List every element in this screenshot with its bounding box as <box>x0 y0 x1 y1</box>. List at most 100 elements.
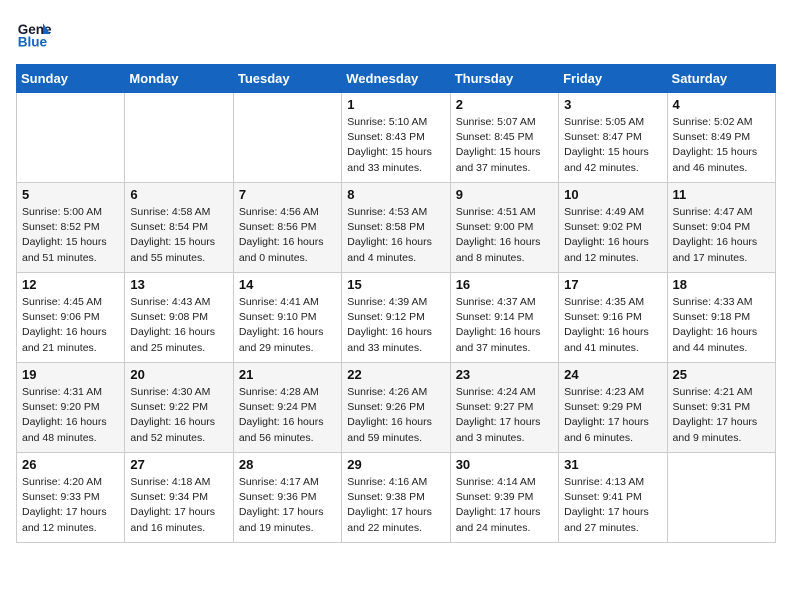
calendar-cell <box>667 453 775 543</box>
logo: General Blue <box>16 16 52 52</box>
calendar-cell: 1 Sunrise: 5:10 AMSunset: 8:43 PMDaylight… <box>342 93 450 183</box>
day-number: 10 <box>564 187 661 202</box>
day-info: Sunrise: 5:05 AMSunset: 8:47 PMDaylight:… <box>564 115 661 176</box>
day-info: Sunrise: 4:21 AMSunset: 9:31 PMDaylight:… <box>673 385 770 446</box>
day-info: Sunrise: 4:43 AMSunset: 9:08 PMDaylight:… <box>130 295 227 356</box>
day-info: Sunrise: 4:17 AMSunset: 9:36 PMDaylight:… <box>239 475 336 536</box>
day-number: 3 <box>564 97 661 112</box>
day-number: 17 <box>564 277 661 292</box>
day-info: Sunrise: 4:33 AMSunset: 9:18 PMDaylight:… <box>673 295 770 356</box>
calendar-cell: 16 Sunrise: 4:37 AMSunset: 9:14 PMDayligh… <box>450 273 558 363</box>
day-info: Sunrise: 4:30 AMSunset: 9:22 PMDaylight:… <box>130 385 227 446</box>
day-number: 2 <box>456 97 553 112</box>
calendar-table: SundayMondayTuesdayWednesdayThursdayFrid… <box>16 64 776 543</box>
calendar-cell: 25 Sunrise: 4:21 AMSunset: 9:31 PMDayligh… <box>667 363 775 453</box>
day-info: Sunrise: 4:58 AMSunset: 8:54 PMDaylight:… <box>130 205 227 266</box>
weekday-header-thursday: Thursday <box>450 65 558 93</box>
day-number: 1 <box>347 97 444 112</box>
day-number: 11 <box>673 187 770 202</box>
page-header: General Blue <box>16 16 776 52</box>
calendar-cell: 27 Sunrise: 4:18 AMSunset: 9:34 PMDayligh… <box>125 453 233 543</box>
day-info: Sunrise: 4:20 AMSunset: 9:33 PMDaylight:… <box>22 475 119 536</box>
day-number: 12 <box>22 277 119 292</box>
calendar-cell: 29 Sunrise: 4:16 AMSunset: 9:38 PMDayligh… <box>342 453 450 543</box>
calendar-cell: 10 Sunrise: 4:49 AMSunset: 9:02 PMDayligh… <box>559 183 667 273</box>
day-number: 4 <box>673 97 770 112</box>
weekday-header-sunday: Sunday <box>17 65 125 93</box>
day-info: Sunrise: 4:49 AMSunset: 9:02 PMDaylight:… <box>564 205 661 266</box>
calendar-cell: 28 Sunrise: 4:17 AMSunset: 9:36 PMDayligh… <box>233 453 341 543</box>
day-info: Sunrise: 4:26 AMSunset: 9:26 PMDaylight:… <box>347 385 444 446</box>
calendar-cell <box>17 93 125 183</box>
calendar-cell: 7 Sunrise: 4:56 AMSunset: 8:56 PMDaylight… <box>233 183 341 273</box>
day-info: Sunrise: 4:41 AMSunset: 9:10 PMDaylight:… <box>239 295 336 356</box>
day-info: Sunrise: 4:39 AMSunset: 9:12 PMDaylight:… <box>347 295 444 356</box>
calendar-cell: 2 Sunrise: 5:07 AMSunset: 8:45 PMDaylight… <box>450 93 558 183</box>
day-info: Sunrise: 5:07 AMSunset: 8:45 PMDaylight:… <box>456 115 553 176</box>
day-info: Sunrise: 4:56 AMSunset: 8:56 PMDaylight:… <box>239 205 336 266</box>
day-info: Sunrise: 4:28 AMSunset: 9:24 PMDaylight:… <box>239 385 336 446</box>
calendar-cell: 23 Sunrise: 4:24 AMSunset: 9:27 PMDayligh… <box>450 363 558 453</box>
day-number: 6 <box>130 187 227 202</box>
day-info: Sunrise: 4:18 AMSunset: 9:34 PMDaylight:… <box>130 475 227 536</box>
calendar-cell: 9 Sunrise: 4:51 AMSunset: 9:00 PMDaylight… <box>450 183 558 273</box>
day-info: Sunrise: 5:10 AMSunset: 8:43 PMDaylight:… <box>347 115 444 176</box>
calendar-cell: 4 Sunrise: 5:02 AMSunset: 8:49 PMDaylight… <box>667 93 775 183</box>
weekday-header-monday: Monday <box>125 65 233 93</box>
day-number: 15 <box>347 277 444 292</box>
day-number: 7 <box>239 187 336 202</box>
calendar-cell: 31 Sunrise: 4:13 AMSunset: 9:41 PMDayligh… <box>559 453 667 543</box>
day-number: 18 <box>673 277 770 292</box>
day-number: 23 <box>456 367 553 382</box>
day-info: Sunrise: 4:31 AMSunset: 9:20 PMDaylight:… <box>22 385 119 446</box>
weekday-header-friday: Friday <box>559 65 667 93</box>
day-number: 9 <box>456 187 553 202</box>
calendar-cell <box>233 93 341 183</box>
day-number: 29 <box>347 457 444 472</box>
calendar-cell: 3 Sunrise: 5:05 AMSunset: 8:47 PMDaylight… <box>559 93 667 183</box>
day-info: Sunrise: 4:53 AMSunset: 8:58 PMDaylight:… <box>347 205 444 266</box>
day-info: Sunrise: 4:23 AMSunset: 9:29 PMDaylight:… <box>564 385 661 446</box>
calendar-cell: 22 Sunrise: 4:26 AMSunset: 9:26 PMDayligh… <box>342 363 450 453</box>
calendar-cell: 13 Sunrise: 4:43 AMSunset: 9:08 PMDayligh… <box>125 273 233 363</box>
day-number: 8 <box>347 187 444 202</box>
day-info: Sunrise: 4:24 AMSunset: 9:27 PMDaylight:… <box>456 385 553 446</box>
weekday-header-saturday: Saturday <box>667 65 775 93</box>
day-number: 25 <box>673 367 770 382</box>
day-number: 26 <box>22 457 119 472</box>
calendar-cell: 6 Sunrise: 4:58 AMSunset: 8:54 PMDaylight… <box>125 183 233 273</box>
day-number: 21 <box>239 367 336 382</box>
weekday-header-tuesday: Tuesday <box>233 65 341 93</box>
day-info: Sunrise: 4:13 AMSunset: 9:41 PMDaylight:… <box>564 475 661 536</box>
calendar-cell: 14 Sunrise: 4:41 AMSunset: 9:10 PMDayligh… <box>233 273 341 363</box>
day-number: 16 <box>456 277 553 292</box>
day-info: Sunrise: 4:14 AMSunset: 9:39 PMDaylight:… <box>456 475 553 536</box>
calendar-cell: 5 Sunrise: 5:00 AMSunset: 8:52 PMDaylight… <box>17 183 125 273</box>
day-number: 28 <box>239 457 336 472</box>
day-number: 5 <box>22 187 119 202</box>
day-info: Sunrise: 4:45 AMSunset: 9:06 PMDaylight:… <box>22 295 119 356</box>
day-number: 31 <box>564 457 661 472</box>
calendar-cell <box>125 93 233 183</box>
day-info: Sunrise: 4:16 AMSunset: 9:38 PMDaylight:… <box>347 475 444 536</box>
calendar-cell: 26 Sunrise: 4:20 AMSunset: 9:33 PMDayligh… <box>17 453 125 543</box>
calendar-cell: 30 Sunrise: 4:14 AMSunset: 9:39 PMDayligh… <box>450 453 558 543</box>
calendar-cell: 12 Sunrise: 4:45 AMSunset: 9:06 PMDayligh… <box>17 273 125 363</box>
day-number: 13 <box>130 277 227 292</box>
calendar-cell: 21 Sunrise: 4:28 AMSunset: 9:24 PMDayligh… <box>233 363 341 453</box>
calendar-cell: 19Sunrise: 4:31 AMSunset: 9:20 PMDayligh… <box>17 363 125 453</box>
day-number: 24 <box>564 367 661 382</box>
logo-icon: General Blue <box>16 16 52 52</box>
calendar-cell: 8 Sunrise: 4:53 AMSunset: 8:58 PMDaylight… <box>342 183 450 273</box>
day-number: 22 <box>347 367 444 382</box>
calendar-cell: 11 Sunrise: 4:47 AMSunset: 9:04 PMDayligh… <box>667 183 775 273</box>
day-info: Sunrise: 5:02 AMSunset: 8:49 PMDaylight:… <box>673 115 770 176</box>
day-info: Sunrise: 5:00 AMSunset: 8:52 PMDaylight:… <box>22 205 119 266</box>
day-number: 27 <box>130 457 227 472</box>
day-number: 30 <box>456 457 553 472</box>
day-number: 14 <box>239 277 336 292</box>
day-info: Sunrise: 4:51 AMSunset: 9:00 PMDaylight:… <box>456 205 553 266</box>
calendar-cell: 17Sunrise: 4:35 AMSunset: 9:16 PMDayligh… <box>559 273 667 363</box>
day-info: Sunrise: 4:37 AMSunset: 9:14 PMDaylight:… <box>456 295 553 356</box>
day-info: Sunrise: 4:47 AMSunset: 9:04 PMDaylight:… <box>673 205 770 266</box>
